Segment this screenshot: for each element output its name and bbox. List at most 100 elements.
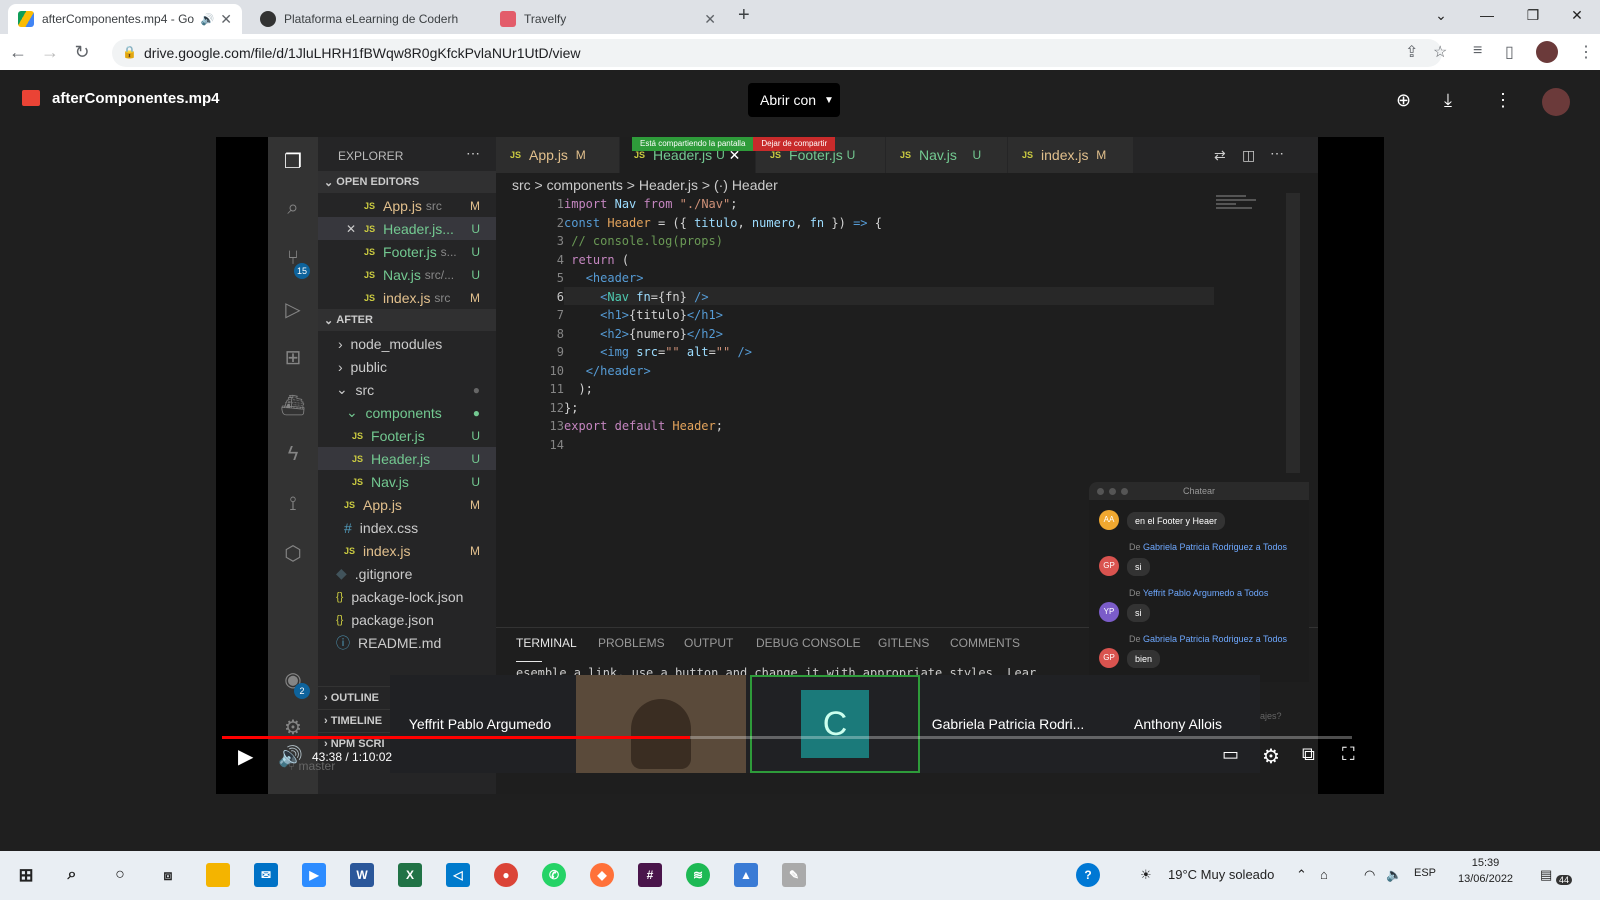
volume-icon[interactable]: 🔊 bbox=[278, 744, 303, 769]
whatsapp-icon[interactable]: ✆ bbox=[542, 863, 566, 887]
slack-icon[interactable]: # bbox=[638, 863, 662, 887]
participant-video-tile[interactable] bbox=[576, 675, 746, 773]
compare-changes-icon[interactable]: ⇄ bbox=[1214, 147, 1226, 164]
chrome-menu-icon[interactable]: ⋮ bbox=[1578, 42, 1594, 62]
settings-icon[interactable]: ⚙ bbox=[1262, 744, 1280, 769]
remote-explorer-icon[interactable]: ⬡ bbox=[280, 541, 306, 567]
network-icon[interactable]: ⌂ bbox=[1320, 867, 1328, 882]
task-view-icon[interactable]: ⧈ bbox=[156, 863, 180, 887]
thunder-client-icon[interactable]: ϟ bbox=[280, 443, 306, 469]
new-tab-icon[interactable]: + bbox=[738, 4, 750, 27]
forward-icon[interactable]: → bbox=[36, 42, 64, 63]
window-close-dot[interactable] bbox=[1097, 488, 1104, 495]
tab-debug-console[interactable]: DEBUG CONSOLE bbox=[756, 636, 861, 650]
close-tab-icon[interactable]: ✕ bbox=[220, 11, 232, 28]
tree-item-file[interactable]: {} package.json bbox=[318, 608, 496, 631]
tree-item-file[interactable]: ⓘ README.md bbox=[318, 631, 496, 654]
spotify-icon[interactable]: ≋ bbox=[686, 863, 710, 887]
close-tab-icon[interactable]: ✕ bbox=[704, 11, 716, 28]
mail-icon[interactable]: ✉ bbox=[254, 863, 278, 887]
explorer-icon[interactable]: ❐ bbox=[280, 149, 306, 175]
tree-item-folder[interactable]: › public bbox=[318, 355, 496, 378]
tree-item-file[interactable]: JS Nav.js U bbox=[318, 470, 496, 493]
run-debug-icon[interactable]: ▷ bbox=[280, 297, 306, 323]
chrome-icon[interactable]: ● bbox=[494, 863, 518, 887]
close-editor-icon[interactable]: ✕ bbox=[346, 222, 356, 236]
weather-text[interactable]: 19°C Muy soleado bbox=[1168, 867, 1274, 882]
folder-section[interactable]: ⌄ AFTER bbox=[318, 309, 496, 331]
participant-tile[interactable]: Gabriela Patricia Rodri... bbox=[920, 675, 1096, 773]
bookmark-star-icon[interactable]: ☆ bbox=[1433, 42, 1447, 62]
profile-avatar[interactable] bbox=[1536, 41, 1558, 63]
split-editor-icon[interactable]: ◫ bbox=[1242, 147, 1255, 164]
miniplayer-icon[interactable]: ⧉ bbox=[1302, 744, 1315, 765]
wifi-icon[interactable]: ◠ bbox=[1364, 867, 1375, 883]
stop-sharing-button[interactable]: Dejar de compartir bbox=[753, 137, 836, 151]
help-icon[interactable]: ? bbox=[1076, 863, 1100, 887]
file-explorer-icon[interactable] bbox=[206, 863, 230, 887]
restore-icon[interactable]: ❐ bbox=[1510, 0, 1556, 30]
tree-item-file[interactable]: # index.css bbox=[318, 516, 496, 539]
fullscreen-icon[interactable]: ⛶ bbox=[1342, 744, 1355, 765]
browser-tab-travelfy[interactable]: Travelfy ✕ bbox=[490, 4, 726, 34]
close-window-icon[interactable]: ✕ bbox=[1554, 0, 1600, 30]
photos-icon[interactable]: ▲ bbox=[734, 863, 758, 887]
open-editor-item[interactable]: JS Nav.js src/... U bbox=[318, 263, 496, 286]
tree-item-folder[interactable]: › node_modules bbox=[318, 332, 496, 355]
open-editor-item[interactable]: JS App.js src M bbox=[318, 194, 496, 217]
side-panel-icon[interactable]: ▯ bbox=[1505, 42, 1514, 62]
minimap[interactable] bbox=[1216, 193, 1286, 473]
editor-more-icon[interactable]: ⋯ bbox=[1270, 145, 1284, 162]
brave-icon[interactable]: ◆ bbox=[590, 863, 614, 887]
open-with-button[interactable]: Abrir con ▼ bbox=[748, 83, 840, 117]
address-bar[interactable]: 🔒 drive.google.com/file/d/1JluLHRH1fBWqw… bbox=[112, 39, 1442, 67]
tab-search-icon[interactable]: ⌄ bbox=[1418, 0, 1464, 30]
tree-item-folder[interactable]: ⌄ components ● bbox=[318, 401, 496, 424]
drive-account-avatar[interactable] bbox=[1542, 88, 1570, 116]
more-options-icon[interactable]: ⋮ bbox=[1494, 90, 1512, 111]
download-icon[interactable]: ⤓ bbox=[1444, 90, 1452, 111]
add-to-drive-icon[interactable]: ⊕ bbox=[1396, 90, 1411, 111]
play-icon[interactable]: ▶ bbox=[238, 744, 253, 769]
breadcrumb[interactable]: src > components > Header.js > (·) Heade… bbox=[512, 177, 778, 193]
editor-tab[interactable]: JS index.js M bbox=[1008, 137, 1134, 173]
clock[interactable]: 15:39 13/06/2022 bbox=[1458, 857, 1513, 885]
docker-icon[interactable]: ⛴ bbox=[280, 393, 306, 419]
captions-icon[interactable]: ▭ bbox=[1222, 744, 1239, 765]
tab-output[interactable]: OUTPUT bbox=[684, 636, 733, 650]
language-indicator[interactable]: ESP bbox=[1414, 867, 1436, 879]
reload-icon[interactable]: ↻ bbox=[68, 42, 96, 63]
minimize-icon[interactable]: — bbox=[1464, 0, 1510, 30]
participant-tile-active[interactable]: C bbox=[750, 675, 920, 773]
tree-item-file[interactable]: JS Footer.js U bbox=[318, 424, 496, 447]
window-minimize-dot[interactable] bbox=[1109, 488, 1116, 495]
participant-tile[interactable]: Yeffrit Pablo Argumedo bbox=[390, 675, 570, 773]
reading-list-icon[interactable]: ≡ bbox=[1473, 42, 1482, 60]
tree-item-file[interactable]: JS index.js M bbox=[318, 539, 496, 562]
word-icon[interactable]: W bbox=[350, 863, 374, 887]
vscode-icon[interactable]: ◁ bbox=[446, 863, 470, 887]
share-icon[interactable]: ⇪ bbox=[1405, 42, 1418, 62]
browser-tab-drive[interactable]: afterComponentes.mp4 - Go 🔊 ✕ bbox=[8, 4, 242, 34]
tab-problems[interactable]: PROBLEMS bbox=[598, 636, 665, 650]
tab-gitlens[interactable]: GITLENS bbox=[878, 636, 929, 650]
tab-terminal[interactable]: TERMINAL bbox=[516, 636, 577, 662]
back-icon[interactable]: ← bbox=[4, 42, 32, 63]
tab-comments[interactable]: COMMENTS bbox=[950, 636, 1020, 650]
extensions-icon[interactable]: ⊞ bbox=[280, 345, 306, 371]
window-zoom-dot[interactable] bbox=[1121, 488, 1128, 495]
open-editor-item[interactable]: ✕ JS Header.js... U bbox=[318, 217, 496, 240]
video-progress-bar[interactable] bbox=[222, 736, 1352, 739]
tree-item-file[interactable]: ◆ .gitignore bbox=[318, 562, 496, 585]
windows-start-icon[interactable]: ⊞ bbox=[14, 863, 38, 887]
editor-tab[interactable]: JS Nav.js U bbox=[886, 137, 1008, 173]
weather-sun-icon[interactable]: ☀ bbox=[1140, 867, 1152, 883]
editor-scrollbar[interactable] bbox=[1286, 193, 1300, 473]
notification-center-icon[interactable]: ▤ bbox=[1540, 867, 1552, 883]
cortana-icon[interactable]: ○ bbox=[108, 863, 132, 887]
zoom-icon[interactable]: ▶ bbox=[302, 863, 326, 887]
code-content[interactable]: import Nav from "./Nav"; const Header = (… bbox=[564, 195, 882, 454]
speaker-icon[interactable]: 🔊 bbox=[201, 13, 215, 26]
tray-chevron-icon[interactable]: ⌃ bbox=[1296, 867, 1307, 883]
editor-tab[interactable]: JS App.js M bbox=[496, 137, 620, 173]
